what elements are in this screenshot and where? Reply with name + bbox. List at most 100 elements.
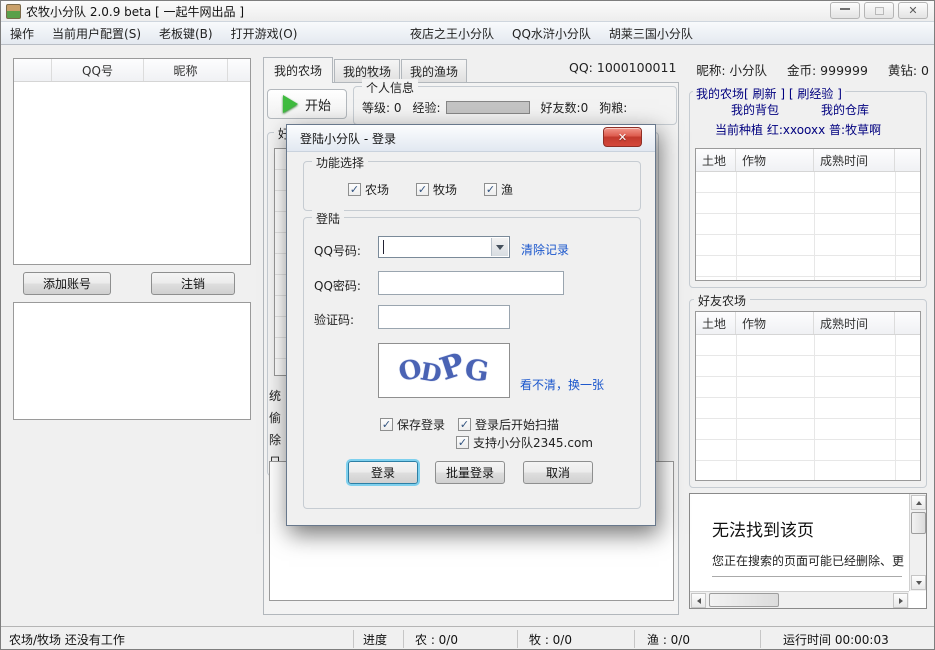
farm-col-land[interactable]: 土地 [696, 149, 736, 171]
status-farm-count: 农 : 0/0 [415, 627, 458, 650]
qq-number-label: QQ号码: [314, 242, 361, 259]
check-icon: ✓ [456, 436, 469, 449]
checkbox-ranch-label: 牧场 [433, 181, 457, 198]
accounts-col-qq[interactable]: QQ号 [52, 59, 144, 81]
check-icon: ✓ [380, 418, 393, 431]
captcha-refresh-link[interactable]: 看不清，换一张 [520, 376, 604, 393]
farm-col-ripe[interactable]: 成熟时间 [814, 149, 895, 171]
title-bar[interactable]: 农牧小分队 2.0.9 beta [ 一起牛网出品 ] ✕ [1, 1, 934, 21]
support-2345-label: 支持小分队2345.com [473, 434, 593, 451]
accounts-list[interactable] [14, 82, 250, 264]
dialog-title: 登陆小分队 - 登录 [300, 130, 396, 147]
current-planting-text: 当前种植 红:xxooxx 普:牧草啊 [715, 121, 881, 138]
partial-label-steal: 偷 [269, 409, 281, 426]
refresh-link[interactable]: 刷新 [753, 87, 777, 101]
batch-login-button[interactable]: 批量登录 [435, 461, 505, 484]
accounts-col-blank[interactable] [14, 59, 52, 81]
status-ranch-count: 牧 : 0/0 [529, 627, 572, 650]
my-farm-title-prefix: 我的农场[ [696, 87, 749, 101]
user-coins: 金币: 999999 [787, 60, 868, 79]
scroll-down-button[interactable] [911, 575, 926, 590]
play-icon [283, 95, 298, 113]
login-group: 登陆 QQ号码: 清除记录 QQ密码: 验证码: O D P G 看不清，换一张… [303, 217, 641, 509]
browser-vscrollbar[interactable] [909, 494, 926, 591]
add-account-button[interactable]: 添加账号 [23, 272, 111, 295]
tab-my-farm[interactable]: 我的农场 [263, 57, 333, 83]
captcha-char: G [463, 352, 491, 388]
accounts-col-extra[interactable] [228, 59, 250, 81]
cancel-button[interactable]: 取消 [523, 461, 593, 484]
menu-hulai-sanguo-squad[interactable]: 胡莱三国小分队 [600, 22, 702, 44]
user-diamond: 黄钻: 0 [888, 60, 929, 79]
exp-progressbar [446, 101, 530, 114]
status-message: 农场/牧场 还没有工作 [9, 627, 125, 650]
scroll-up-button[interactable] [911, 495, 926, 510]
menu-open-game[interactable]: 打开游戏(O) [222, 22, 307, 44]
window-title: 农牧小分队 2.0.9 beta [ 一起牛网出品 ] [26, 3, 244, 20]
clear-records-link[interactable]: 清除记录 [521, 241, 569, 258]
scroll-left-button[interactable] [691, 593, 706, 608]
browser-hscrollbar[interactable] [690, 591, 909, 608]
browser-error-heading: 无法找到该页 [712, 516, 814, 541]
menu-user-config[interactable]: 当前用户配置(S) [43, 22, 150, 44]
partial-label-stat: 统 [269, 387, 281, 404]
login-button[interactable]: 登录 [348, 461, 418, 484]
qq-password-label: QQ密码: [314, 277, 361, 294]
hscroll-thumb[interactable] [709, 593, 779, 607]
scroll-right-icon [899, 598, 903, 604]
scan-after-login-label: 登录后开始扫描 [475, 416, 559, 433]
logout-button[interactable]: 注销 [151, 272, 235, 295]
scroll-up-icon [916, 501, 922, 505]
captcha-input[interactable] [378, 305, 510, 329]
checkbox-farm[interactable]: ✓ 农场 [348, 181, 389, 198]
start-button[interactable]: 开始 [267, 89, 347, 119]
menu-qq-shuihu-squad[interactable]: QQ水浒小分队 [503, 22, 600, 44]
captcha-image[interactable]: O D P G [378, 343, 510, 398]
farm-col-extra[interactable] [895, 149, 920, 171]
my-farm-group-title: 我的农场[ 刷新 ] [ 刷经验 ] [693, 85, 845, 102]
dialog-close-button[interactable]: ✕ [603, 127, 642, 147]
checkbox-save-login[interactable]: ✓ 保存登录 [380, 416, 445, 433]
accounts-col-nick[interactable]: 昵称 [144, 59, 228, 81]
minimize-button[interactable] [830, 2, 860, 19]
friend-farm-table-body[interactable] [696, 335, 920, 480]
check-icon: ✓ [348, 183, 361, 196]
checkbox-scan-after-login[interactable]: ✓ 登录后开始扫描 [458, 416, 559, 433]
status-fish-count: 渔 : 0/0 [647, 627, 690, 650]
start-button-label: 开始 [305, 95, 331, 114]
checkbox-support-2345[interactable]: ✓ 支持小分队2345.com [456, 434, 593, 451]
dialog-title-bar[interactable]: 登陆小分队 - 登录 [287, 125, 655, 152]
menu-operate[interactable]: 操作 [1, 22, 43, 44]
my-farm-table: 土地 作物 成熟时间 [695, 148, 921, 281]
friend-col-land[interactable]: 土地 [696, 312, 736, 334]
exp-label: 经验: [413, 99, 441, 116]
accounts-info-box [13, 302, 251, 420]
checkbox-ranch[interactable]: ✓ 牧场 [416, 181, 457, 198]
qq-number-combobox[interactable] [378, 236, 510, 258]
scroll-right-button[interactable] [893, 593, 908, 608]
friend-col-extra[interactable] [895, 312, 920, 334]
warehouse-link[interactable]: 我的仓库 [821, 101, 869, 118]
close-button[interactable]: ✕ [898, 2, 928, 19]
menu-boss-key[interactable]: 老板键(B) [150, 22, 222, 44]
app-icon [6, 4, 21, 19]
friend-col-ripe[interactable]: 成熟时间 [814, 312, 895, 334]
dialog-close-icon: ✕ [618, 131, 627, 144]
refresh-exp-link[interactable]: 刷经验 [797, 87, 833, 101]
browser-rule [712, 576, 902, 577]
backpack-link[interactable]: 我的背包 [731, 101, 779, 118]
menu-nightclub-squad[interactable]: 夜店之王小分队 [401, 22, 503, 44]
function-select-title: 功能选择 [312, 154, 368, 171]
checkbox-fishery[interactable]: ✓ 渔 [484, 181, 513, 198]
my-farm-title-suffix: ] [837, 87, 842, 101]
maximize-button[interactable] [864, 2, 894, 19]
check-icon: ✓ [484, 183, 497, 196]
friend-col-crop[interactable]: 作物 [736, 312, 814, 334]
farm-col-crop[interactable]: 作物 [736, 149, 814, 171]
combobox-dropdown-button[interactable] [491, 238, 508, 256]
user-qq: QQ: 1000100011 [569, 60, 676, 79]
save-login-label: 保存登录 [397, 416, 445, 433]
qq-password-input[interactable] [378, 271, 564, 295]
vscroll-thumb[interactable] [911, 512, 926, 534]
my-farm-table-body[interactable] [696, 172, 920, 280]
